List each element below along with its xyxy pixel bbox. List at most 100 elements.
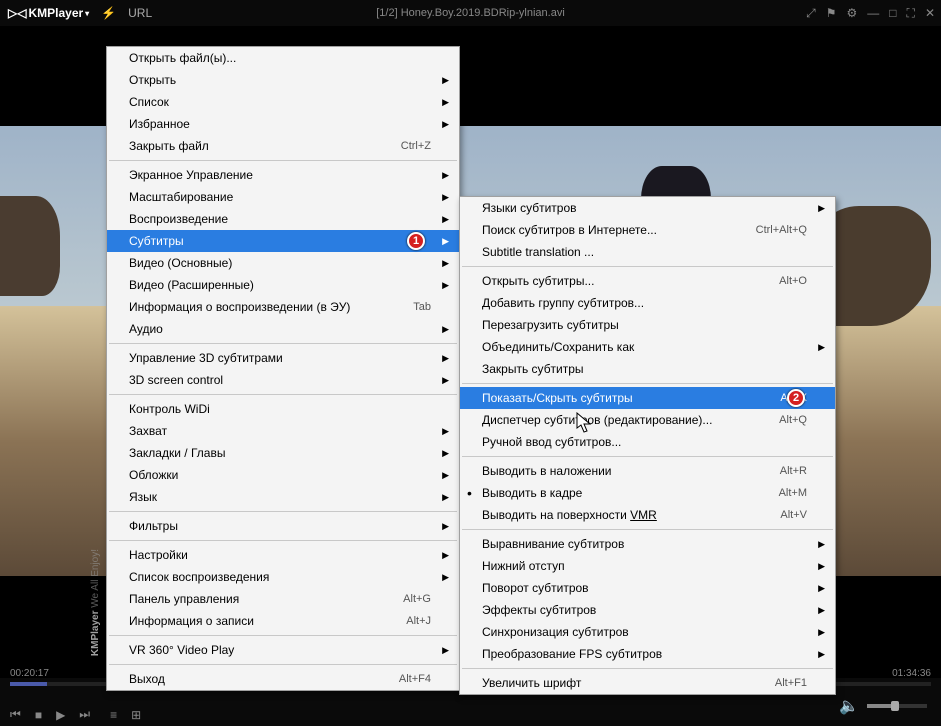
submenu-arrow-icon: ▶ <box>818 649 825 660</box>
menu-item-label: Обложки <box>129 468 178 482</box>
media-icon[interactable]: ⊞ <box>131 708 141 722</box>
menu-item-label: Выход <box>129 672 165 686</box>
flag-icon[interactable]: ⚑ <box>826 6 837 20</box>
main-menu-item-4[interactable]: Закрыть файлCtrl+Z <box>107 135 459 157</box>
menu-item-label: Выводить в наложении <box>482 464 612 478</box>
main-menu-item-12[interactable]: Информация о воспроизведении (в ЭУ)Tab <box>107 296 459 318</box>
menu-item-label: Открыть файл(ы)... <box>129 51 236 65</box>
main-menu-item-18[interactable]: Контроль WiDi <box>107 398 459 420</box>
menu-item-label: Преобразование FPS субтитров <box>482 647 662 661</box>
main-menu-item-20[interactable]: Закладки / Главы▶ <box>107 442 459 464</box>
menu-item-shortcut: Ctrl+Z <box>381 140 431 152</box>
sub-menu-item-16[interactable]: Выводить на поверхности VMRAlt+V <box>460 504 835 526</box>
url-button[interactable]: URL <box>128 6 152 20</box>
menu-separator <box>109 160 457 161</box>
main-menu-item-2[interactable]: Список▶ <box>107 91 459 113</box>
titlebar: ▷◁ KMPlayer ▾ ⚡ URL [1/2] Honey.Boy.2019… <box>0 0 941 26</box>
menu-item-label: Язык <box>129 490 157 504</box>
main-menu-item-13[interactable]: Аудио▶ <box>107 318 459 340</box>
stop-icon[interactable]: ■ <box>35 708 42 722</box>
menu-separator <box>109 343 457 344</box>
minimize-icon[interactable]: — <box>867 6 879 20</box>
menu-item-label: Фильтры <box>129 519 178 533</box>
sub-menu-item-1[interactable]: Поиск субтитров в Интернете...Ctrl+Alt+Q <box>460 219 835 241</box>
mute-icon[interactable]: 🔈 <box>839 696 859 716</box>
sub-menu-item-12[interactable]: Ручной ввод субтитров... <box>460 431 835 453</box>
main-menu-item-16[interactable]: 3D screen control▶ <box>107 369 459 391</box>
sub-menu-item-23[interactable]: Преобразование FPS субтитров ▶ <box>460 643 835 665</box>
menu-item-label: Синхронизация субтитров <box>482 625 629 639</box>
pin-icon[interactable]: ⤢ <box>806 6 816 21</box>
menu-item-label: Масштабирование <box>129 190 233 204</box>
volume-slider[interactable] <box>867 704 927 708</box>
main-menu-item-3[interactable]: Избранное▶ <box>107 113 459 135</box>
sub-menu-item-21[interactable]: Эффекты субтитров▶ <box>460 599 835 621</box>
menu-separator <box>109 540 457 541</box>
menu-separator <box>109 511 457 512</box>
sub-menu-item-6[interactable]: Перезагрузить субтитры <box>460 314 835 336</box>
menu-item-label: Информация о воспроизведении (в ЭУ) <box>129 300 350 314</box>
main-menu-item-33[interactable]: ВыходAlt+F4 <box>107 668 459 690</box>
menu-item-shortcut: Alt+G <box>383 593 431 605</box>
main-menu-item-15[interactable]: Управление 3D субтитрами▶ <box>107 347 459 369</box>
main-menu-item-8[interactable]: Воспроизведение▶ <box>107 208 459 230</box>
menu-item-label: Диспетчер субтитров (редактирование)... <box>482 413 712 427</box>
sub-menu-item-10[interactable]: Показать/Скрыть субтитрыAlt+X2 <box>460 387 835 409</box>
submenu-arrow-icon: ▶ <box>442 492 449 503</box>
sub-menu-item-14[interactable]: Выводить в наложенииAlt+R <box>460 460 835 482</box>
sub-menu-item-8[interactable]: Закрыть субтитры <box>460 358 835 380</box>
submenu-arrow-icon: ▶ <box>442 214 449 225</box>
sub-menu-item-20[interactable]: Поворот субтитров▶ <box>460 577 835 599</box>
menu-item-label: Выводить в кадре <box>482 486 582 500</box>
settings-icon[interactable]: ⚙ <box>847 6 858 20</box>
sub-menu-item-2[interactable]: Subtitle translation ... <box>460 241 835 263</box>
main-menu-item-21[interactable]: Обложки ▶ <box>107 464 459 486</box>
main-menu-item-27[interactable]: Список воспроизведения▶ <box>107 566 459 588</box>
sub-menu-item-5[interactable]: Добавить группу субтитров... <box>460 292 835 314</box>
playlist-icon[interactable]: ≡ <box>110 708 117 722</box>
main-menu-item-1[interactable]: Открыть▶ <box>107 69 459 91</box>
main-menu-item-24[interactable]: Фильтры▶ <box>107 515 459 537</box>
submenu-arrow-icon: ▶ <box>442 470 449 481</box>
prev-icon[interactable]: ⏮ <box>10 707 21 722</box>
sub-menu-item-18[interactable]: Выравнивание субтитров▶ <box>460 533 835 555</box>
main-menu-item-0[interactable]: Открыть файл(ы)... <box>107 47 459 69</box>
main-menu-item-7[interactable]: Масштабирование▶ <box>107 186 459 208</box>
sub-menu-item-19[interactable]: Нижний отступ▶ <box>460 555 835 577</box>
fullscreen-icon[interactable]: ⛶ <box>907 6 915 21</box>
menu-item-label: Экранное Управление <box>129 168 253 182</box>
app-logo[interactable]: ▷◁ KMPlayer ▾ <box>8 6 89 20</box>
close-icon[interactable]: ✕ <box>925 6 935 20</box>
next-icon[interactable]: ⏭ <box>79 707 90 722</box>
sub-menu-item-0[interactable]: Языки субтитров▶ <box>460 197 835 219</box>
main-menu-item-11[interactable]: Видео (Расширенные)▶ <box>107 274 459 296</box>
main-menu-item-26[interactable]: Настройки▶ <box>107 544 459 566</box>
menu-separator <box>462 529 833 530</box>
main-menu-item-19[interactable]: Захват▶ <box>107 420 459 442</box>
main-menu-item-29[interactable]: Информация о записиAlt+J <box>107 610 459 632</box>
menu-item-label: Выводить на поверхности VMR <box>482 508 657 522</box>
bolt-icon[interactable]: ⚡ <box>101 6 116 20</box>
play-icon[interactable]: ▶ <box>56 708 65 722</box>
sub-menu-item-7[interactable]: Объединить/Сохранить как▶ <box>460 336 835 358</box>
menu-item-shortcut: Alt+O <box>759 275 807 287</box>
maximize-icon[interactable]: □ <box>889 6 896 20</box>
submenu-arrow-icon: ▶ <box>442 97 449 108</box>
sub-menu-item-4[interactable]: Открыть субтитры...Alt+O <box>460 270 835 292</box>
submenu-arrow-icon: ▶ <box>442 645 449 656</box>
annotation-badge-2: 2 <box>787 389 805 407</box>
sub-menu-item-15[interactable]: •Выводить в кадреAlt+M <box>460 482 835 504</box>
main-menu-item-6[interactable]: Экранное Управление▶ <box>107 164 459 186</box>
sub-menu-item-22[interactable]: Синхронизация субтитров▶ <box>460 621 835 643</box>
submenu-arrow-icon: ▶ <box>442 426 449 437</box>
menu-item-label: Контроль WiDi <box>129 402 210 416</box>
main-menu-item-28[interactable]: Панель управленияAlt+G <box>107 588 459 610</box>
sub-menu-item-11[interactable]: Диспетчер субтитров (редактирование)...A… <box>460 409 835 431</box>
main-menu-item-9[interactable]: Субтитры▶1 <box>107 230 459 252</box>
main-menu-item-31[interactable]: VR 360° Video Play▶ <box>107 639 459 661</box>
main-menu-item-22[interactable]: Язык ▶ <box>107 486 459 508</box>
main-menu-item-10[interactable]: Видео (Основные)▶ <box>107 252 459 274</box>
menu-item-shortcut: Alt+M <box>759 487 807 499</box>
submenu-arrow-icon: ▶ <box>818 561 825 572</box>
sub-menu-item-25[interactable]: Увеличить шрифтAlt+F1 <box>460 672 835 694</box>
